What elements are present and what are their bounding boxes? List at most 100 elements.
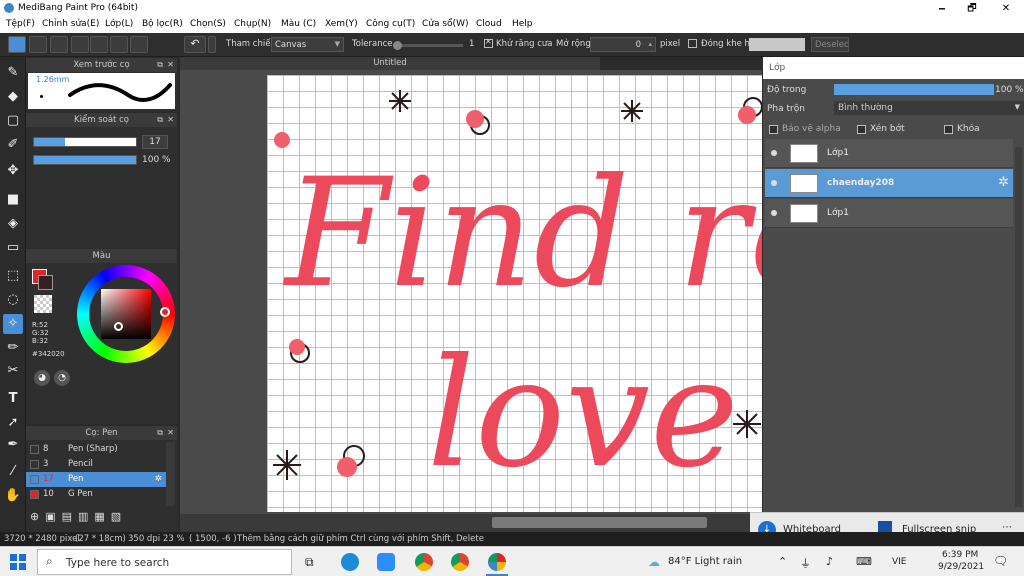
notification-icon[interactable]: 🗨 <box>993 554 1008 568</box>
menu-file[interactable]: Tệp(F) <box>6 19 35 29</box>
select-tool-icon[interactable]: ⬚ <box>3 266 23 286</box>
opacity-slider[interactable] <box>33 155 137 165</box>
color-r: R:52 <box>32 321 48 329</box>
transparent-swatch[interactable] <box>34 295 52 313</box>
gradient-tool-icon[interactable]: ▭ <box>3 238 23 258</box>
select-eraser-tool-icon[interactable]: ✂ <box>3 361 23 381</box>
edge-icon[interactable] <box>341 553 359 571</box>
brush-list-actions[interactable]: ⊕▣▤▥▦▧ <box>30 510 127 523</box>
menu-color[interactable]: Màu (C) <box>281 19 316 29</box>
select-pen-tool-icon[interactable]: ✏ <box>3 338 23 358</box>
keyboard-icon[interactable]: ⌨ <box>856 555 872 568</box>
menu-layer[interactable]: Lớp(L) <box>105 19 133 29</box>
magic-wand-tool-icon[interactable]: ✧ <box>3 314 23 334</box>
fill-shape-tool-icon[interactable]: ■ <box>3 190 23 210</box>
close-gap-slider[interactable] <box>749 38 805 51</box>
move-tool-icon[interactable]: ✥ <box>3 161 23 181</box>
menu-tools[interactable]: Công cụ(T) <box>366 19 415 29</box>
eyedropper-tool-icon[interactable]: ✒ <box>3 435 23 455</box>
chat-icon[interactable] <box>71 36 89 53</box>
language-indicator[interactable]: VIE <box>892 557 907 567</box>
saturation-value-square[interactable] <box>101 289 151 339</box>
divide-tool-icon[interactable]: ⁄ <box>3 462 23 482</box>
tolerance-slider[interactable] <box>393 41 463 50</box>
lasso-tool-icon[interactable]: ◌ <box>3 290 23 310</box>
primary-color-swatch[interactable] <box>38 275 53 290</box>
brush-item-selected[interactable]: 17 Pen ✲ <box>26 472 166 487</box>
zoom-icon[interactable] <box>377 553 395 571</box>
layer-scrollbar[interactable] <box>1015 147 1022 507</box>
protect-alpha-checkbox[interactable] <box>769 125 778 134</box>
cloud-icon[interactable] <box>8 36 26 53</box>
blend-mode-select[interactable]: Bình thường ▼ <box>834 101 1024 115</box>
list-icon[interactable] <box>110 36 128 53</box>
menu-window[interactable]: Cửa sổ(W) <box>422 19 468 29</box>
menu-view[interactable]: Xem(Y) <box>325 19 358 29</box>
grid-icon[interactable] <box>130 36 148 53</box>
brush-item[interactable]: 8 Pen (Sharp) <box>26 442 166 457</box>
minimize-button[interactable]: 🗕 <box>926 0 958 17</box>
hand-tool-icon[interactable]: ✋ <box>3 486 23 506</box>
visibility-icon <box>771 150 777 156</box>
horizontal-scrollbar[interactable] <box>180 514 762 532</box>
document-tab[interactable]: Untitled <box>180 57 600 70</box>
close-button[interactable]: ✕ <box>990 0 1022 17</box>
document-icon[interactable] <box>90 36 108 53</box>
menu-capture[interactable]: Chụp(N) <box>234 19 271 29</box>
canvas-paper[interactable]: Find rec love <box>267 75 762 512</box>
scrollbar-thumb[interactable] <box>492 517 707 528</box>
tray-chevron-icon[interactable]: ⌃ <box>778 555 787 568</box>
bucket-tool-icon[interactable]: ◈ <box>3 214 23 234</box>
layer-row[interactable]: Lớp1 <box>765 199 1013 228</box>
weather-text[interactable]: 84°F Light rain <box>668 556 742 567</box>
palette-add-icon[interactable]: ◔ <box>54 370 70 386</box>
close-gap-checkbox[interactable] <box>688 39 697 48</box>
chrome-icon[interactable] <box>415 553 433 571</box>
lock-checkbox[interactable] <box>944 125 953 134</box>
brush-tool-icon[interactable]: ✎ <box>3 63 23 83</box>
deselect-button[interactable]: Deselec <box>811 37 849 52</box>
speaker-icon[interactable]: ♪ <box>826 555 833 568</box>
redo-handle[interactable] <box>208 36 216 53</box>
text-tool-icon[interactable]: T <box>3 389 23 409</box>
expand-input[interactable]: 0 ▴ <box>590 37 656 52</box>
menu-edit[interactable]: Chỉnh sửa(E) <box>42 19 99 29</box>
share-icon[interactable] <box>29 36 47 53</box>
chrome-icon[interactable] <box>451 553 469 571</box>
clipping-checkbox[interactable] <box>857 125 866 134</box>
medibang-icon[interactable] <box>488 553 506 571</box>
antialias-checkbox[interactable] <box>484 37 493 48</box>
task-view-icon[interactable]: ⧉ <box>305 555 314 570</box>
undo-icon[interactable]: ↶ <box>184 36 206 53</box>
menu-select[interactable]: Chọn(S) <box>190 19 226 29</box>
hue-ring[interactable] <box>77 265 175 363</box>
layer-opacity-slider[interactable] <box>834 84 994 95</box>
comment-icon[interactable] <box>50 36 68 53</box>
dot-tool-icon[interactable]: ✐ <box>3 135 23 155</box>
layer-row-selected[interactable]: chaenday208 ✲ <box>765 169 1013 198</box>
clock-time[interactable]: 6:39 PM <box>942 550 978 560</box>
color-picker-handle[interactable] <box>114 322 123 331</box>
brush-item[interactable]: 10 G Pen <box>26 487 166 502</box>
palette-icon[interactable]: ◕ <box>34 370 50 386</box>
windows-start-icon[interactable] <box>10 554 26 570</box>
brush-item[interactable]: 3 Pencil <box>26 457 166 472</box>
canvas-text-line2: love <box>427 327 739 501</box>
reference-select[interactable]: Canvas ▼ <box>271 37 344 52</box>
menu-cloud[interactable]: Cloud <box>476 19 502 29</box>
eraser-tool-icon[interactable]: ◆ <box>3 87 23 107</box>
clock-date[interactable]: 9/29/2021 <box>938 562 984 572</box>
rectangle-tool-icon[interactable]: ▢ <box>3 111 23 131</box>
menu-filter[interactable]: Bộ lọc(R) <box>142 19 183 29</box>
search-box[interactable]: ⌕ Type here to search <box>37 549 292 575</box>
canvas-area[interactable]: Find rec love <box>180 70 762 514</box>
operation-tool-icon[interactable]: ➚ <box>3 413 23 433</box>
menu-help[interactable]: Help <box>512 19 533 29</box>
layer-row[interactable]: Lớp1 <box>765 139 1013 168</box>
size-value[interactable]: 17 <box>142 135 168 149</box>
size-slider[interactable] <box>33 137 137 147</box>
hue-handle[interactable] <box>160 307 170 317</box>
brush-list-scrollbar[interactable] <box>166 442 175 506</box>
maximize-button[interactable]: 🗗 <box>956 0 988 17</box>
network-icon[interactable]: ⏚ <box>800 555 811 571</box>
